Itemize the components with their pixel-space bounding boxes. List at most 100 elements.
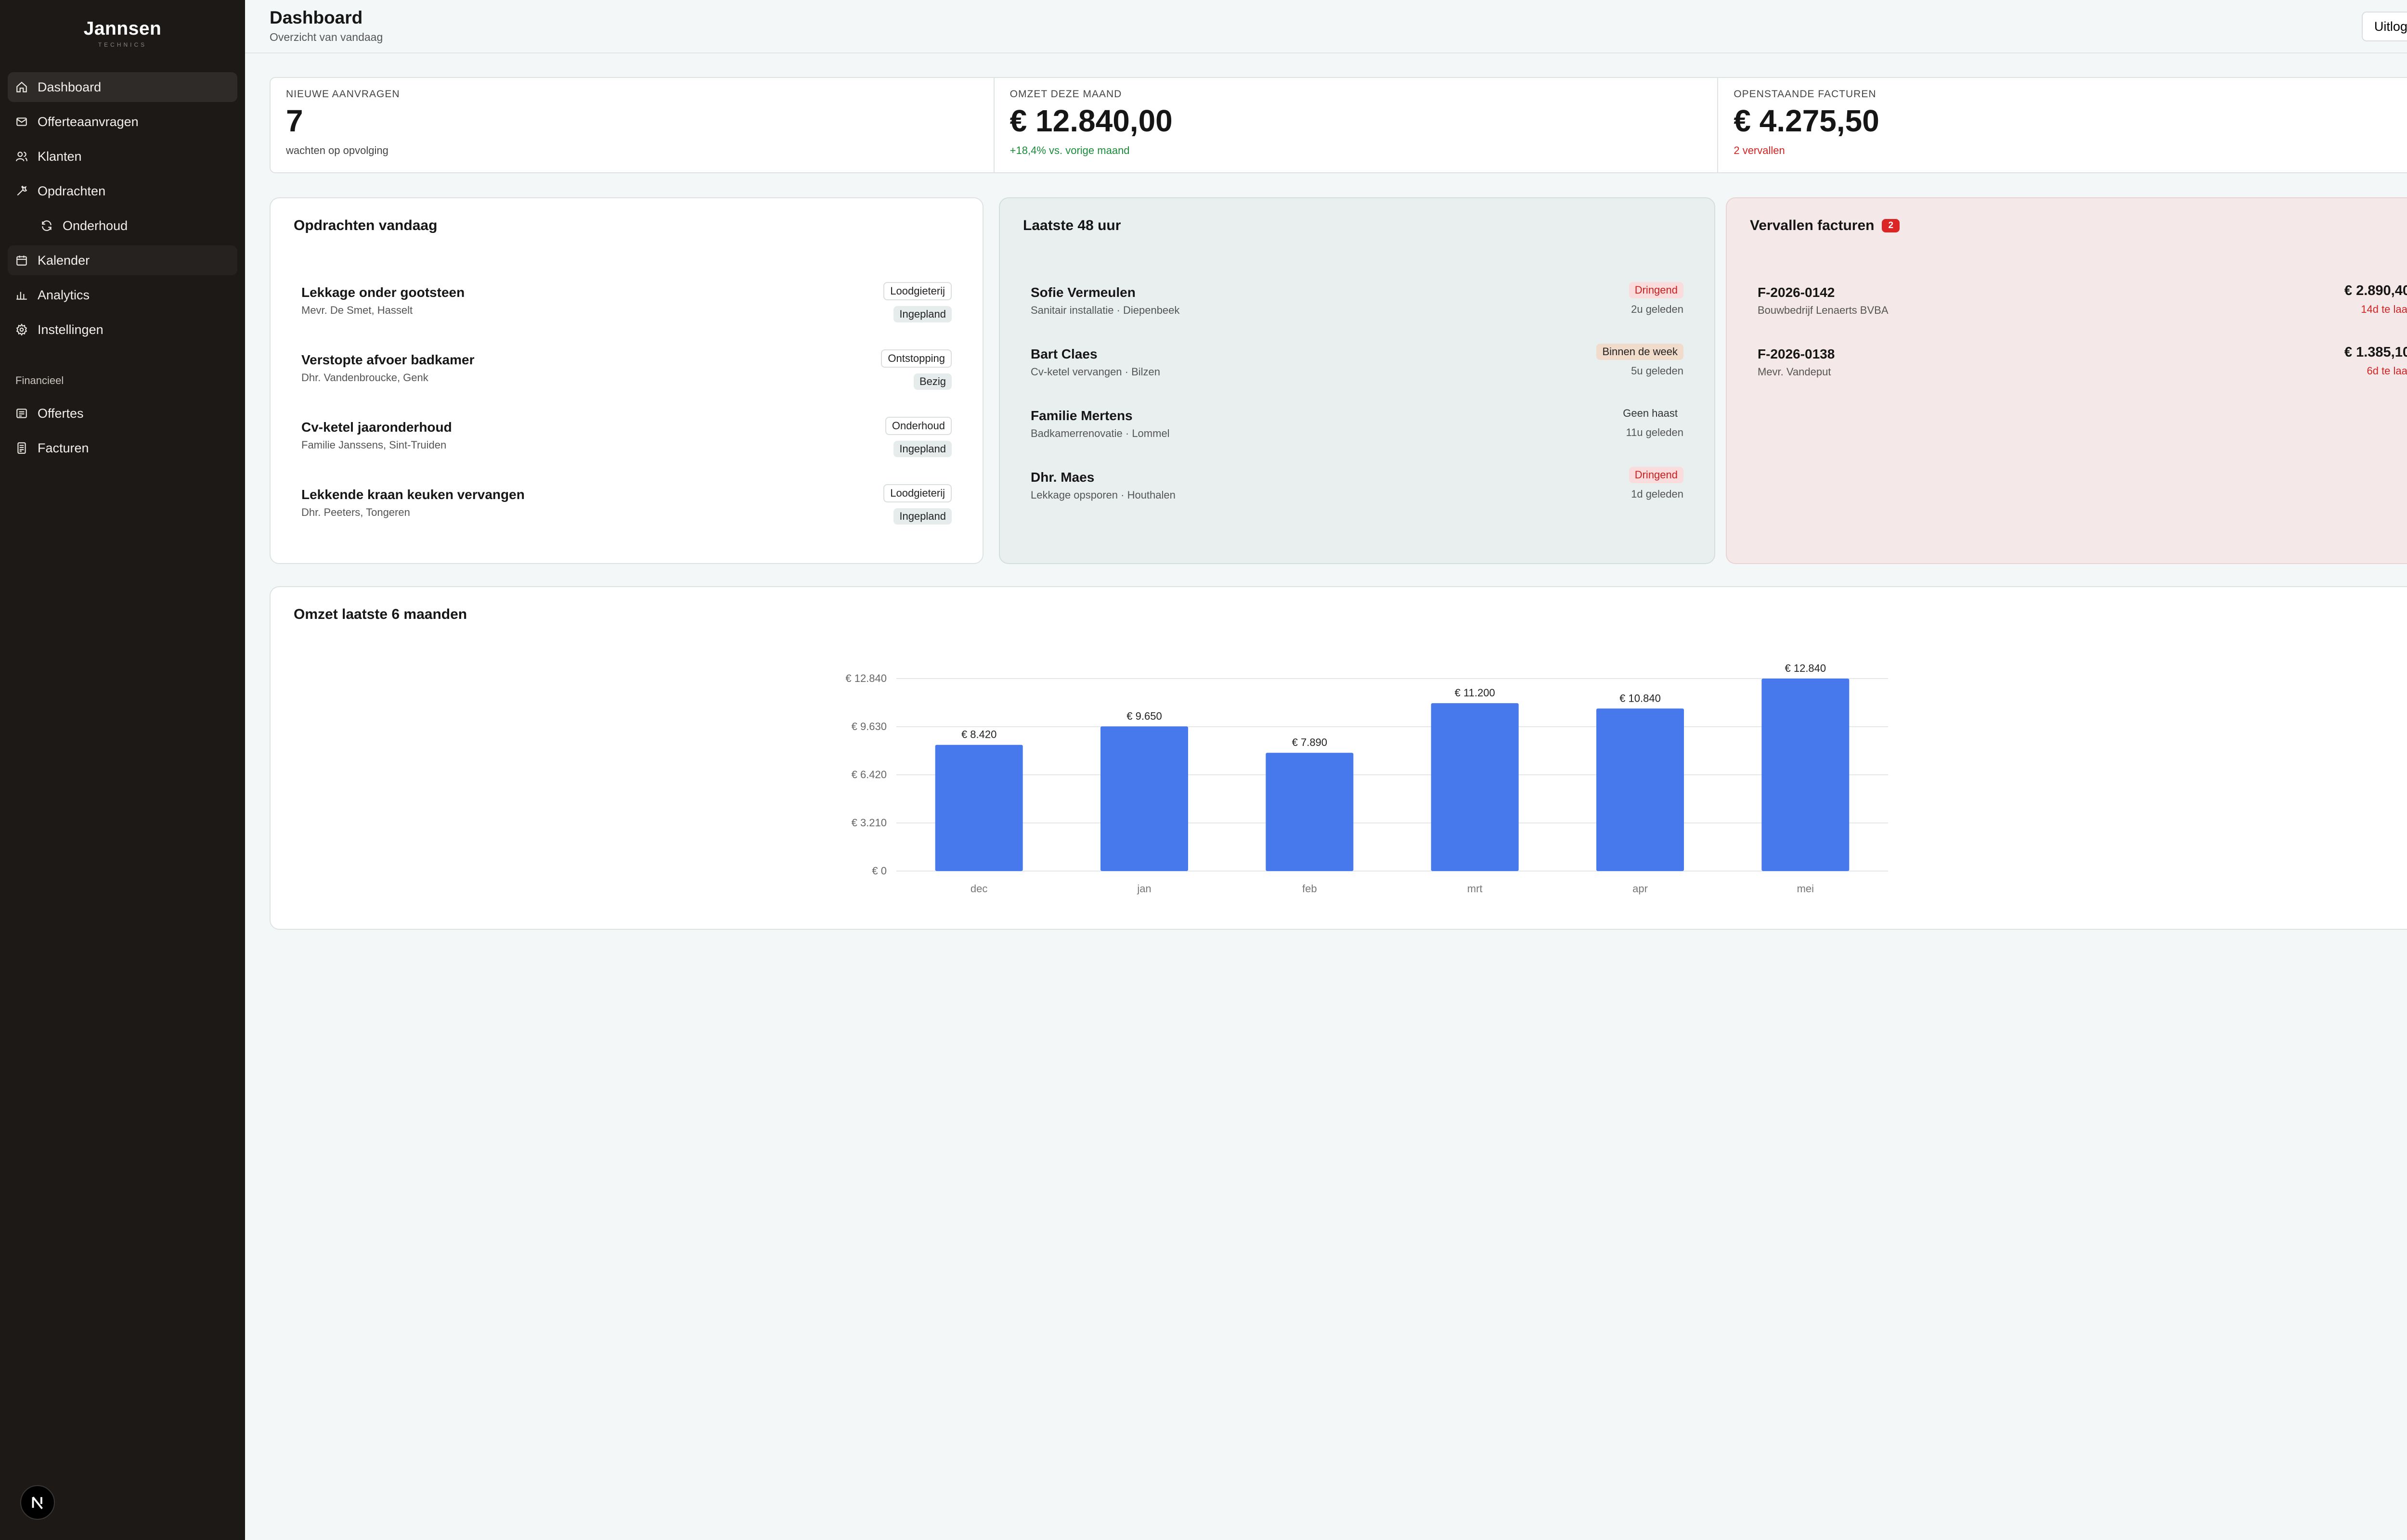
- sidebar-item-label: Facturen: [38, 440, 89, 455]
- next-logo-icon[interactable]: [20, 1485, 55, 1520]
- invoice-list: F-2026-0142 Bouwbedrijf Lenaerts BVBA € …: [1758, 283, 2407, 408]
- refresh-icon: [40, 219, 53, 232]
- page-title: Dashboard: [270, 8, 363, 27]
- job-client: Mevr. De Smet, Hasselt: [301, 304, 413, 316]
- request-name: Familie Mertens: [1031, 408, 1133, 423]
- request-time: 11u geleden: [1626, 426, 1684, 438]
- kpi-note: wachten op opvolging: [286, 144, 388, 156]
- request-name: Bart Claes: [1031, 346, 1098, 361]
- list-item[interactable]: Verstopte afvoer badkamer Dhr. Vandenbro…: [301, 349, 952, 420]
- brand-logo[interactable]: Jannsen TECHNICS: [8, 0, 237, 53]
- kpi-value: € 4.275,50: [1734, 103, 1879, 138]
- brand-subtitle: TECHNICS: [98, 41, 147, 48]
- jobs-today-card: Opdrachten vandaag Lekkage onder gootste…: [270, 197, 984, 564]
- kpi-label: OMZET DEZE MAAND: [1009, 89, 1122, 100]
- top-bar: Dashboard Overzicht van vandaag Uitlogge…: [245, 0, 2407, 53]
- card-title: Opdrachten vandaag: [294, 218, 438, 233]
- bar-mrt: [1431, 703, 1519, 871]
- wrench-icon: [15, 185, 28, 197]
- kpi-note: 2 vervallen: [1734, 144, 1785, 156]
- bar-feb: [1266, 753, 1354, 871]
- job-type-badge: Onderhoud: [885, 417, 952, 435]
- sidebar-item-instellingen[interactable]: Instellingen: [8, 315, 237, 345]
- job-type-badge: Ontstopping: [881, 349, 952, 368]
- request-name: Dhr. Maes: [1031, 470, 1095, 485]
- list-item[interactable]: Familie Mertens Badkamerrenovatie · Lomm…: [1031, 407, 1684, 470]
- revenue-chart-card: Omzet laatste 6 maanden € 0 € 3.210 € 6.42…: [270, 586, 2407, 930]
- job-type-badge: Loodgieterij: [883, 282, 952, 300]
- sidebar-item-facturen[interactable]: Facturen: [8, 433, 237, 463]
- overdue-invoices-card: Vervallen facturen 2 F-2026-0142 Bouwbed…: [1726, 197, 2407, 564]
- sidebar-item-dashboard[interactable]: Dashboard: [8, 72, 237, 102]
- users-icon: [15, 150, 28, 163]
- request-detail: Sanitair installatie · Diepenbeek: [1031, 304, 1180, 316]
- x-tick-label: mei: [1797, 883, 1814, 895]
- list-item[interactable]: F-2026-0138 Mevr. Vandeput € 1.385,10 6d…: [1758, 345, 2407, 408]
- sidebar: Jannsen TECHNICS Dashboard Offerteaanvra…: [0, 0, 245, 1540]
- sidebar-item-offerteaanvragen[interactable]: Offerteaanvragen: [8, 107, 237, 137]
- job-type-badge: Loodgieterij: [883, 484, 952, 502]
- list-item[interactable]: Lekkage onder gootsteen Mevr. De Smet, H…: [301, 282, 952, 352]
- request-detail: Badkamerrenovatie · Lommel: [1031, 427, 1170, 439]
- job-title: Verstopte afvoer badkamer: [301, 352, 475, 367]
- revenue-bar-chart: € 0 € 3.210 € 6.420 € 9.630 € 12.840 € 8.420 d…: [845, 662, 1888, 895]
- list-item[interactable]: Cv-ketel jaaronderhoud Familie Janssens,…: [301, 417, 952, 487]
- list-item[interactable]: F-2026-0142 Bouwbedrijf Lenaerts BVBA € …: [1758, 283, 2407, 346]
- main-nav: Dashboard Offerteaanvragen Klanten Opdra…: [8, 72, 237, 463]
- invoice-icon: [15, 442, 28, 454]
- kpi-open-invoices[interactable]: OPENSTAANDE FACTUREN € 4.275,50 2 verval…: [1718, 78, 2407, 172]
- list-item[interactable]: Lekkende kraan keuken vervangen Dhr. Pee…: [301, 484, 952, 554]
- sidebar-item-opdrachten[interactable]: Opdrachten: [8, 176, 237, 206]
- y-tick-label: € 9.630: [852, 720, 887, 732]
- sidebar-item-kalender[interactable]: Kalender: [8, 245, 237, 275]
- logout-button[interactable]: Uitloggen: [2361, 12, 2407, 41]
- priority-badge: Geen haast: [1623, 407, 1678, 419]
- sidebar-item-analytics[interactable]: Analytics: [8, 280, 237, 310]
- sidebar-item-label: Klanten: [38, 149, 82, 164]
- calendar-icon: [15, 254, 28, 267]
- main-content: Dashboard Overzicht van vandaag Uitlogge…: [245, 0, 2407, 1540]
- gear-icon: [15, 323, 28, 336]
- brand-name: Jannsen: [83, 18, 162, 39]
- invoice-number: F-2026-0138: [1758, 346, 1835, 361]
- invoice-amount: € 1.385,10: [2344, 345, 2407, 360]
- bar-mei: [1761, 679, 1850, 871]
- sidebar-item-offertes[interactable]: Offertes: [8, 398, 237, 428]
- sidebar-item-label: Offerteaanvragen: [38, 114, 139, 129]
- home-icon: [15, 81, 28, 93]
- job-client: Dhr. Peeters, Tongeren: [301, 506, 410, 518]
- request-detail: Lekkage opsporen · Houthalen: [1031, 489, 1176, 501]
- page-subtitle: Overzicht van vandaag: [270, 31, 383, 43]
- invoice-number: F-2026-0142: [1758, 285, 1835, 300]
- invoice-client: Mevr. Vandeput: [1758, 366, 1831, 378]
- kpi-revenue-month[interactable]: OMZET DEZE MAAND € 12.840,00 +18,4% vs. …: [995, 78, 1719, 172]
- sidebar-item-label: Opdrachten: [38, 183, 106, 198]
- sidebar-item-klanten[interactable]: Klanten: [8, 141, 237, 171]
- kpi-label: NIEUWE AANVRAGEN: [286, 89, 400, 100]
- invoice-late: 6d te laat: [2367, 365, 2407, 377]
- bar-value-label: € 7.890: [1292, 736, 1327, 748]
- list-item[interactable]: Sofie Vermeulen Sanitair installatie · D…: [1031, 282, 1683, 346]
- y-tick-label: € 3.210: [852, 817, 887, 829]
- bar-chart-icon: [15, 289, 28, 301]
- bar-value-label: € 12.840: [1785, 662, 1826, 674]
- job-status-badge: Bezig: [913, 373, 952, 390]
- list-item[interactable]: Bart Claes Cv-ketel vervangen · Bilzen B…: [1031, 344, 1683, 408]
- kpi-new-requests[interactable]: NIEUWE AANVRAGEN 7 wachten op opvolging: [271, 78, 995, 172]
- bar-value-label: € 11.200: [1455, 687, 1495, 699]
- nav-section-financieel: Financieel: [15, 374, 64, 386]
- recent-requests-card: Laatste 48 uur Sofie Vermeulen Sanitair …: [999, 197, 1715, 564]
- sidebar-item-onderhoud[interactable]: Onderhoud: [8, 211, 237, 241]
- y-tick-label: € 12.840: [845, 672, 887, 684]
- priority-badge: Binnen de week: [1596, 344, 1683, 360]
- y-tick-label: € 0: [872, 865, 887, 877]
- request-time: 5u geleden: [1631, 365, 1683, 377]
- jobs-list: Lekkage onder gootsteen Mevr. De Smet, H…: [301, 282, 952, 554]
- card-title-text: Vervallen facturen: [1750, 218, 1875, 233]
- list-item[interactable]: Dhr. Maes Lekkage opsporen · Houthalen D…: [1031, 467, 1683, 531]
- kpi-label: OPENSTAANDE FACTUREN: [1734, 89, 1876, 100]
- card-title: Laatste 48 uur: [1023, 218, 1121, 233]
- x-tick-label: dec: [971, 883, 987, 895]
- bar-value-label: € 8.420: [961, 729, 996, 741]
- invoice-late: 14d te laat: [2361, 303, 2407, 315]
